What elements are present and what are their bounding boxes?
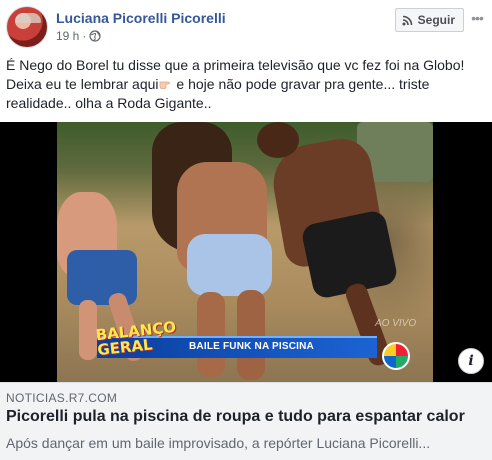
rss-icon	[402, 15, 412, 25]
info-icon[interactable]: i	[458, 348, 484, 374]
globe-icon[interactable]	[89, 30, 101, 42]
tv-banner-text: BAILE FUNK NA PISCINA	[189, 341, 314, 352]
author-avatar[interactable]	[6, 6, 48, 48]
video-frame: BAILE FUNK NA PISCINA BALANÇO GERAL AO V…	[57, 122, 433, 382]
follow-label: Seguir	[417, 13, 455, 27]
link-description: Após dançar em um baile improvisado, a r…	[6, 435, 431, 451]
live-watermark: AO VIVO	[375, 318, 417, 329]
link-domain: NOTICIAS.R7.COM	[6, 391, 118, 405]
author-name[interactable]: Luciana Picorelli Picorelli	[56, 10, 226, 26]
show-logo: BALANÇO GERAL	[94, 317, 177, 360]
post-timestamp[interactable]: 19 h	[56, 29, 79, 43]
record-logo	[382, 342, 410, 370]
meta-separator: ·	[82, 29, 87, 43]
follow-button[interactable]: Seguir	[394, 8, 464, 32]
post-text: É Nego do Borel tu disse que a primeira …	[6, 56, 488, 113]
pointing-hand-emoji	[159, 81, 170, 89]
more-options-icon[interactable]: •••	[468, 8, 486, 28]
link-preview[interactable]: NOTICIAS.R7.COM Picorelli pula na piscin…	[0, 382, 492, 460]
video-thumbnail[interactable]: BAILE FUNK NA PISCINA BALANÇO GERAL AO V…	[0, 122, 492, 382]
post-meta: 19 h ·	[56, 29, 101, 43]
facebook-post: Luciana Picorelli Picorelli 19 h · Segui…	[0, 0, 492, 460]
link-title[interactable]: Picorelli pula na piscina de roupa e tud…	[6, 408, 465, 426]
